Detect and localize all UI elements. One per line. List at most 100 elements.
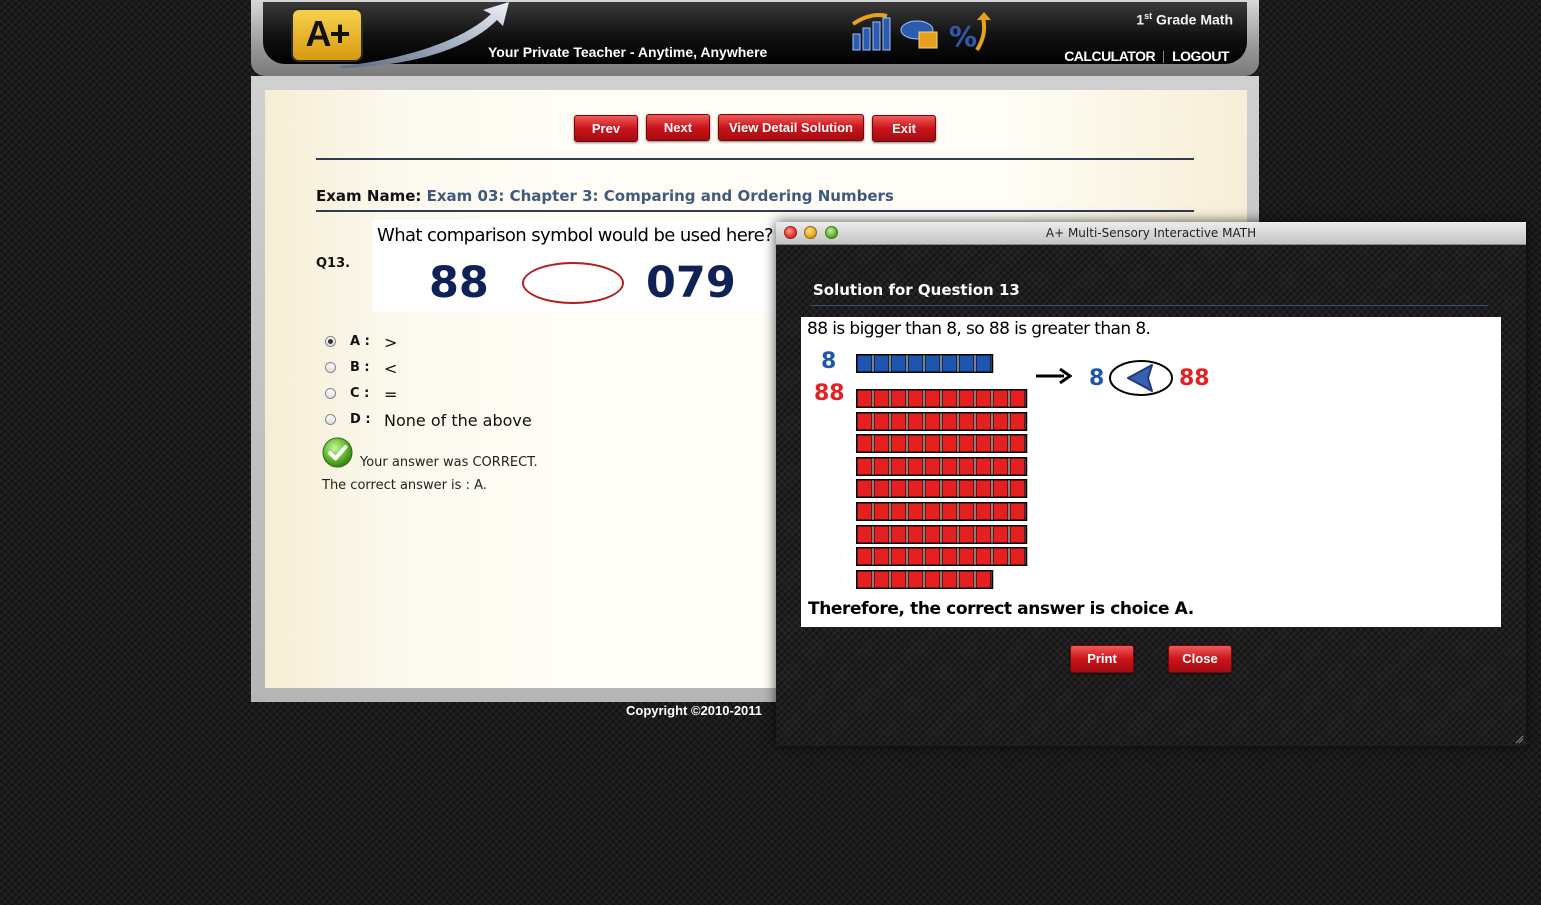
unit-block (958, 434, 975, 453)
unit-block (873, 570, 890, 589)
print-button[interactable]: Print (1070, 645, 1134, 673)
unit-block (975, 434, 992, 453)
close-button[interactable]: Close (1168, 645, 1232, 673)
view-detail-solution-button[interactable]: View Detail Solution (718, 114, 864, 141)
option-c-radio[interactable] (325, 388, 336, 399)
unit-block (1009, 457, 1026, 476)
less-than-symbol-icon (1109, 360, 1173, 396)
option-d-text: None of the above (384, 411, 532, 430)
right-number: 079 (646, 258, 736, 308)
divider-exam (316, 210, 1194, 212)
unit-block (890, 502, 907, 521)
logout-link[interactable]: LOGOUT (1172, 48, 1229, 64)
unit-block (975, 389, 992, 408)
unit-block (924, 412, 941, 431)
option-a-letter: A : (350, 334, 370, 349)
unit-block (856, 354, 873, 373)
svg-text:%: % (949, 20, 977, 53)
unit-block (958, 354, 975, 373)
unit-block (958, 457, 975, 476)
unit-block (924, 457, 941, 476)
unit-block (924, 434, 941, 453)
red-ten-bar (856, 502, 1028, 521)
unit-block (890, 570, 907, 589)
red-unit-bar (856, 570, 994, 589)
unit-block (907, 570, 924, 589)
unit-block (907, 389, 924, 408)
question-number: Q13. (316, 256, 351, 271)
prev-button[interactable]: Prev (574, 115, 638, 142)
unit-block (992, 502, 1009, 521)
top-links: CALCULATOR LOGOUT (1064, 48, 1229, 64)
unit-block (856, 502, 873, 521)
unit-block (924, 525, 941, 544)
unit-block (856, 547, 873, 566)
unit-block (992, 525, 1009, 544)
geometry-shapes-icon[interactable] (899, 10, 943, 54)
unit-block (1009, 434, 1026, 453)
comparison-blank (522, 262, 624, 304)
red-ten-bar (856, 434, 1028, 453)
result-message: Your answer was CORRECT. (360, 455, 538, 470)
right-arrow-icon (1036, 367, 1072, 385)
bar-chart-icon[interactable] (849, 10, 893, 54)
option-a-radio[interactable] (325, 336, 336, 347)
unit-block (907, 479, 924, 498)
header-bar: A+ Your Private Teacher - Anytime, Anywh… (263, 2, 1247, 68)
unit-block (1009, 412, 1026, 431)
compare-right-number: 88 (1179, 366, 1210, 391)
unit-block (924, 354, 941, 373)
resize-grip-icon[interactable] (1514, 734, 1524, 744)
unit-block (992, 434, 1009, 453)
exit-button[interactable]: Exit (872, 115, 936, 142)
unit-block (890, 389, 907, 408)
option-b-radio[interactable] (325, 362, 336, 373)
option-b-letter: B : (350, 360, 370, 375)
option-d-radio[interactable] (325, 414, 336, 425)
unit-block (907, 457, 924, 476)
option-a-text: > (384, 333, 398, 352)
compare-left-number: 8 (1089, 366, 1105, 391)
unit-block (975, 570, 992, 589)
unit-block (873, 479, 890, 498)
window-titlebar[interactable]: A+ Multi-Sensory Interactive MATH (776, 222, 1526, 245)
unit-block (958, 525, 975, 544)
option-c-letter: C : (350, 386, 370, 401)
unit-block (856, 457, 873, 476)
unit-block (941, 525, 958, 544)
unit-block (907, 354, 924, 373)
unit-block (958, 412, 975, 431)
solution-conclusion: Therefore, the correct answer is choice … (808, 599, 1194, 619)
unit-block (873, 525, 890, 544)
next-button[interactable]: Next (646, 114, 710, 141)
unit-block (941, 434, 958, 453)
percent-arrow-icon[interactable]: % (947, 10, 995, 54)
option-c-text: = (384, 385, 398, 404)
unit-block (924, 547, 941, 566)
solution-explanation: 88 is bigger than 8, so 88 is greater th… (807, 319, 1151, 339)
red-ten-bar (856, 389, 1028, 408)
unit-block (907, 525, 924, 544)
unit-block (907, 547, 924, 566)
unit-block (975, 354, 992, 373)
unit-block (941, 412, 958, 431)
blue-unit-bar (856, 354, 994, 373)
unit-block (873, 412, 890, 431)
unit-block (975, 502, 992, 521)
calculator-link[interactable]: CALCULATOR (1064, 48, 1155, 64)
unit-block (856, 525, 873, 544)
left-number: 88 (429, 258, 489, 308)
unit-block (992, 412, 1009, 431)
exam-name-label: Exam Name: (316, 187, 422, 205)
unit-block (873, 434, 890, 453)
unit-block (1009, 547, 1026, 566)
correct-check-icon (322, 437, 353, 468)
question-text: What comparison symbol would be used her… (377, 225, 774, 246)
grade-label: 1st Grade Math (1136, 11, 1233, 28)
unit-block (924, 502, 941, 521)
exam-name: Exam Name: Exam 03: Chapter 3: Comparing… (316, 187, 894, 205)
unit-block (890, 412, 907, 431)
window-title: A+ Multi-Sensory Interactive MATH (1045, 226, 1257, 240)
unit-block (890, 547, 907, 566)
red-ten-bar (856, 479, 1028, 498)
